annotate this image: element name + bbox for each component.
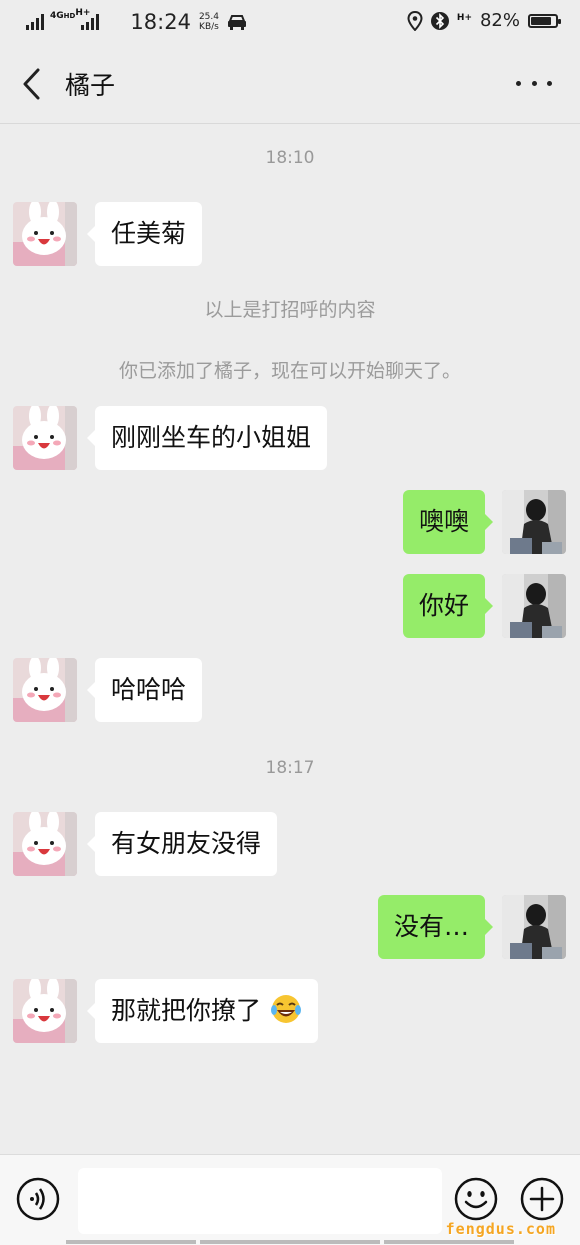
- nav-hint: [200, 1240, 380, 1244]
- avatar-contact[interactable]: [13, 812, 77, 876]
- plus-icon: [520, 1177, 564, 1221]
- voice-button[interactable]: [16, 1177, 60, 1221]
- battery-level: [531, 16, 551, 25]
- message-text: 任美菊: [111, 219, 186, 248]
- system-message: 以上是打招呼的内容: [204, 299, 376, 321]
- voice-icon: [16, 1177, 60, 1221]
- watermark: fengdus.com: [445, 1220, 556, 1238]
- more-icon-dot: [547, 80, 552, 86]
- message-bubble-in[interactable]: 那就把你撩了: [87, 979, 318, 1043]
- nav-hint: [66, 1240, 196, 1244]
- speed-value: 25.4: [198, 12, 219, 22]
- back-button[interactable]: [14, 62, 54, 106]
- chevron-left-icon: [23, 68, 40, 100]
- battery-icon: [528, 13, 561, 28]
- message-bubble-in[interactable]: 任美菊: [86, 202, 203, 266]
- network-h-label-2: H+: [456, 13, 472, 23]
- emoji-button[interactable]: [454, 1177, 498, 1221]
- timestamp: 18:10: [265, 148, 315, 168]
- laugh-cry-emoji-icon: [270, 995, 301, 1023]
- speed-unit: KB/s: [199, 22, 219, 32]
- avatar-self[interactable]: [502, 490, 566, 554]
- avatar-self[interactable]: [502, 574, 566, 638]
- avatar-contact[interactable]: [13, 979, 77, 1043]
- message-bubble-in[interactable]: 有女朋友没得: [86, 812, 278, 876]
- chat-header: 橘子: [0, 44, 580, 124]
- more-icon-dot: [516, 80, 521, 86]
- chat-title: 橘子: [65, 71, 116, 100]
- message-bubble-out[interactable]: 噢噢: [402, 490, 494, 554]
- signal-icon: [26, 14, 44, 30]
- nav-hint: [384, 1240, 514, 1244]
- avatar-contact[interactable]: [13, 202, 77, 266]
- message-bubble-in[interactable]: 刚刚坐车的小姐姐: [86, 406, 328, 470]
- more-functions-button[interactable]: [520, 1177, 564, 1221]
- timestamp: 18:17: [265, 758, 315, 778]
- message-text: 噢噢: [418, 507, 469, 536]
- more-icon-dot: [531, 80, 537, 86]
- battery-percent: 82%: [479, 10, 520, 31]
- emoji-icon: [454, 1177, 498, 1221]
- status-right: H+ 82%: [407, 10, 561, 31]
- message-text: 没有…: [393, 912, 469, 941]
- network-4g-label: 4GHD: [50, 10, 76, 21]
- status-left: 4GHD H+ 18:24 25.4 KB/s: [26, 7, 247, 34]
- avatar-self[interactable]: [502, 895, 566, 959]
- message-bubble-out[interactable]: 你好: [402, 574, 494, 638]
- message-text: 刚刚坐车的小姐姐: [111, 423, 312, 452]
- message-input[interactable]: [78, 1168, 442, 1234]
- network-h-label: H+: [75, 7, 91, 18]
- message-text: 那就把你撩了: [111, 996, 262, 1025]
- system-message: 你已添加了橘子，现在可以开始聊天了。: [118, 360, 461, 382]
- message-text: 哈哈哈: [111, 675, 187, 704]
- avatar-contact[interactable]: [13, 406, 77, 470]
- message-text: 有女朋友没得: [111, 829, 262, 858]
- status-time: 18:24: [130, 10, 191, 34]
- status-bar: 4GHD H+ 18:24 25.4 KB/s H+ 82%: [0, 0, 580, 44]
- avatar-contact[interactable]: [13, 658, 77, 722]
- more-button[interactable]: [516, 70, 552, 96]
- greeting-first-char: 任美菊: [111, 219, 187, 248]
- location-icon: [407, 10, 423, 31]
- car-icon: [227, 15, 246, 30]
- message-bubble-in[interactable]: 哈哈哈: [86, 658, 203, 722]
- bluetooth-icon: [430, 11, 449, 30]
- network-speed: 25.4 KB/s: [199, 12, 219, 32]
- message-text: 你好: [418, 591, 469, 620]
- message-bubble-out[interactable]: 没有…: [377, 895, 494, 959]
